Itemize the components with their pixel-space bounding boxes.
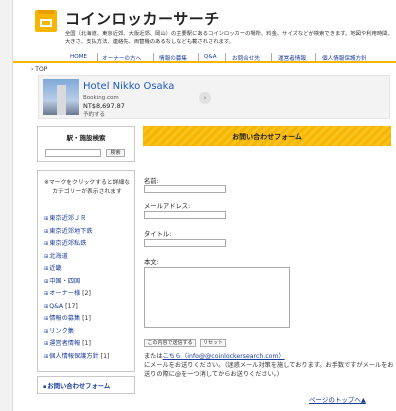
category-item[interactable]: ⊞東京近郊地下鉄 <box>44 226 109 239</box>
site-header: コインロッカーサーチ 全国（北海道、東京近郊、大阪近郊、岡山）の主要駅にあるコイ… <box>13 0 396 52</box>
category-item[interactable]: ⊞Q&A [17] <box>44 301 109 314</box>
expand-marker-icon[interactable]: ⊞ <box>44 291 48 297</box>
subject-field[interactable] <box>144 239 226 247</box>
bullet-icon: ▪ <box>43 384 47 390</box>
expand-marker-icon[interactable]: ⊞ <box>44 229 48 235</box>
nav-divider <box>271 53 272 61</box>
category-item[interactable]: ⊞東京近郊ＪＲ <box>44 213 109 226</box>
site-title[interactable]: コインロッカーサーチ <box>65 8 220 29</box>
coin-locker-logo-icon[interactable] <box>35 10 57 32</box>
subject-label: タイトル: <box>144 231 172 238</box>
form-banner: お問い合わせフォーム <box>143 126 391 146</box>
contact-form-link[interactable]: ▪お問い合わせフォーム <box>43 381 110 390</box>
expand-marker-icon[interactable]: ⊞ <box>44 216 48 222</box>
reset-button[interactable]: リセット <box>200 339 226 347</box>
nav-divider <box>97 53 98 61</box>
nav-divider <box>153 53 154 61</box>
ad-book-label[interactable]: 予約する <box>83 110 105 118</box>
nav-operator[interactable]: 運営者情報 <box>278 54 306 62</box>
ad-price: NT$8,697.87 <box>83 102 125 110</box>
hotel-ad[interactable]: Hotel Nikko Osaka Booking.com NT$8,697.8… <box>38 75 390 119</box>
back-to-top-link[interactable]: ページのトップへ▲ <box>309 394 366 404</box>
category-note: ※マークをクリックすると詳細なカテゴリーが表示されます <box>44 180 131 195</box>
category-item[interactable]: ⊞リンク集 <box>44 326 109 339</box>
nav-home[interactable]: HOME <box>70 54 87 60</box>
ad-title[interactable]: Hotel Nikko Osaka <box>83 81 174 92</box>
expand-marker-icon[interactable]: ⊞ <box>44 329 48 335</box>
nav-divider <box>225 53 226 61</box>
search-button[interactable]: 検索 <box>106 149 125 157</box>
search-heading: 駅・施設検索 <box>66 134 106 142</box>
category-item[interactable]: ⊞個人情報保護方針 [1] <box>44 351 109 364</box>
expand-marker-icon[interactable]: ⊞ <box>44 341 48 347</box>
category-item[interactable]: ⊞北海道 <box>44 251 109 264</box>
site-description: 全国（北海道、東京近郊、大阪近郊、岡山）の主要駅にあるコインロッカーの場所、料金… <box>65 31 393 45</box>
category-item[interactable]: ⊞東京近郊私鉄 <box>44 238 109 251</box>
expand-marker-icon[interactable]: ⊞ <box>44 266 48 272</box>
category-item[interactable]: ⊞運営者情報 [1] <box>44 338 109 351</box>
hotel-photo[interactable] <box>43 79 79 115</box>
email-field[interactable] <box>144 211 226 219</box>
contact-form-box: ▪お問い合わせフォーム <box>37 376 135 394</box>
ad-next-arrow-icon[interactable]: › <box>199 92 211 104</box>
nav-privacy[interactable]: 個人情報保護方針 <box>322 54 367 62</box>
nav-info-wanted[interactable]: 情報の募集 <box>159 54 187 62</box>
expand-marker-icon[interactable]: ⊞ <box>44 241 48 247</box>
station-search-box: 駅・施設検索 検索 <box>37 126 135 162</box>
search-input[interactable] <box>45 149 101 157</box>
expand-marker-icon[interactable]: ⊞ <box>44 354 48 360</box>
category-item[interactable]: ⊞情報の募集 [1] <box>44 313 109 326</box>
expand-marker-icon[interactable]: ⊞ <box>44 279 48 285</box>
expand-marker-icon[interactable]: ⊞ <box>44 316 48 322</box>
email-label: メールアドレス: <box>144 203 191 210</box>
body-textarea[interactable] <box>144 267 290 328</box>
nav-owners[interactable]: オーナーの方へ <box>102 54 141 62</box>
nav-divider <box>315 53 316 61</box>
email-link[interactable]: こちら（info@@coinlockersearch.com） <box>163 353 285 360</box>
category-list: ⊞東京近郊ＪＲ ⊞東京近郊地下鉄 ⊞東京近郊私鉄 ⊞北海道 ⊞近畿 ⊞中国・四国… <box>44 213 109 363</box>
body-label: 本文: <box>144 259 159 266</box>
category-item[interactable]: ⊞オーナー様 [2] <box>44 288 109 301</box>
name-label: 名前: <box>144 178 159 185</box>
nav-qa[interactable]: Q&A <box>204 54 217 60</box>
nav-contact[interactable]: お問合せ先 <box>232 54 260 62</box>
contact-note: またはこちら（info@@coinlockersearch.com） にメールをお… <box>144 353 394 378</box>
breadcrumb[interactable]: › TOP <box>31 66 47 73</box>
name-field[interactable] <box>144 185 226 193</box>
nav-divider <box>198 53 199 61</box>
expand-marker-icon[interactable]: ⊞ <box>44 304 48 310</box>
submit-button[interactable]: この内容で送信する <box>144 339 196 347</box>
expand-marker-icon[interactable]: ⊞ <box>44 254 48 260</box>
main-nav: HOME オーナーの方へ 情報の募集 Q&A お問合せ先 運営者情報 個人情報保… <box>13 53 396 63</box>
ad-source: Booking.com <box>83 95 119 101</box>
category-item[interactable]: ⊞近畿 <box>44 263 109 276</box>
form-title: お問い合わせフォーム <box>232 133 302 141</box>
page: コインロッカーサーチ 全国（北海道、東京近郊、大阪近郊、岡山）の主要駅にあるコイ… <box>12 0 396 411</box>
category-box: ※マークをクリックすると詳細なカテゴリーが表示されます ⊞東京近郊ＪＲ ⊞東京近… <box>37 170 135 372</box>
category-item[interactable]: ⊞中国・四国 <box>44 276 109 289</box>
